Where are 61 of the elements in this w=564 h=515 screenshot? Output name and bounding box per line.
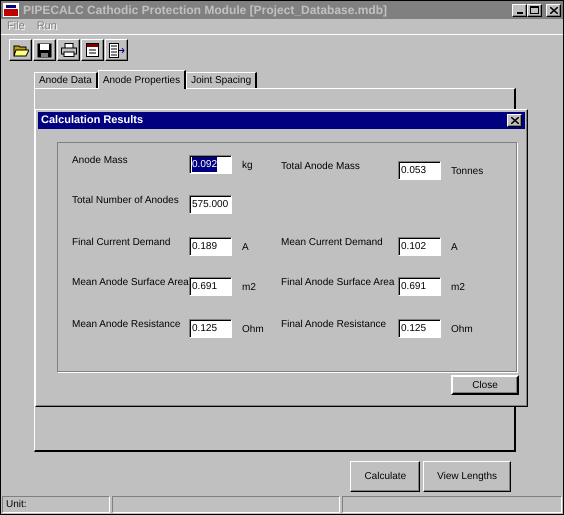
field-value: 0.691	[401, 280, 426, 294]
field-label: Total Anode Mass	[281, 161, 361, 173]
toolbar-button[interactable]	[33, 39, 56, 61]
unit-label: kg	[242, 159, 253, 173]
value-field[interactable]: 0.092	[189, 155, 232, 174]
calendar-icon	[86, 43, 99, 57]
value-field[interactable]: 0.691	[189, 277, 232, 296]
field-label: Final Current Demand	[72, 237, 172, 249]
field-label: Mean Current Demand	[281, 237, 384, 249]
value-field[interactable]: 0.189	[189, 237, 232, 256]
unit-label: m2	[451, 281, 465, 295]
minimize-icon	[516, 12, 522, 14]
field-value: 0.189	[192, 240, 218, 254]
field-label: Final Anode Resistance	[281, 319, 388, 331]
maximize-button[interactable]	[527, 4, 542, 16]
close-icon	[510, 117, 518, 124]
unit-label: Ohm	[242, 323, 264, 337]
value-field[interactable]: 0.102	[398, 237, 441, 256]
field-value: 0.125	[192, 322, 218, 336]
tab[interactable]: Anode Properties	[98, 70, 186, 89]
field-value: 0.053	[401, 164, 426, 178]
field-label: Mean Anode Surface Area	[72, 277, 189, 289]
close-icon	[550, 6, 558, 14]
status-text: Unit:	[6, 498, 27, 512]
value-field[interactable]: 0.053	[398, 161, 441, 180]
close-button[interactable]	[546, 4, 561, 16]
minimize-button[interactable]	[512, 4, 527, 16]
dialog-title: Calculation Results	[41, 113, 144, 128]
field-label: Anode Mass	[72, 155, 129, 167]
unit-label: A	[451, 241, 458, 255]
value-field[interactable]: 0.125	[398, 319, 441, 338]
field-value: 0.691	[192, 280, 218, 294]
field-value: 0.102	[401, 240, 426, 254]
value-field[interactable]: 575.000	[189, 195, 232, 214]
tab[interactable]: Joint Spacing	[186, 72, 258, 88]
unit-label: Tonnes	[451, 165, 484, 179]
value-field[interactable]: 0.125	[189, 319, 232, 338]
toolbar-button[interactable]	[57, 39, 80, 61]
printer-icon	[60, 43, 76, 57]
field-value: 575.000	[192, 198, 228, 212]
toolbar-button[interactable]	[81, 39, 104, 61]
toolbar-button[interactable]	[105, 39, 128, 61]
unit-label: Ohm	[451, 323, 473, 337]
maximize-icon	[530, 6, 539, 14]
app-icon	[3, 3, 19, 17]
field-label: Final Anode Surface Area	[281, 277, 396, 289]
field-value: 0.092	[192, 157, 218, 172]
value-field[interactable]: 0.691	[398, 277, 441, 296]
window-title: PIPECALC Cathodic Protection Module [Project_Database.mdb]	[23, 2, 388, 19]
action-button[interactable]: Calculate	[350, 461, 420, 492]
close-button[interactable]	[507, 114, 522, 127]
toolbar-button[interactable]	[9, 39, 32, 61]
folder-icon	[12, 43, 28, 57]
unit-label: A	[242, 241, 249, 255]
field-label: Total Number of Anodes	[72, 195, 180, 207]
unit-label: m2	[242, 281, 256, 295]
close-dialog-button[interactable]: Close	[451, 375, 519, 395]
action-button[interactable]: View Lengths	[423, 461, 511, 492]
field-value: 0.125	[401, 322, 426, 336]
field-label: Mean Anode Resistance	[72, 319, 182, 331]
list-arrow-icon	[108, 42, 124, 58]
